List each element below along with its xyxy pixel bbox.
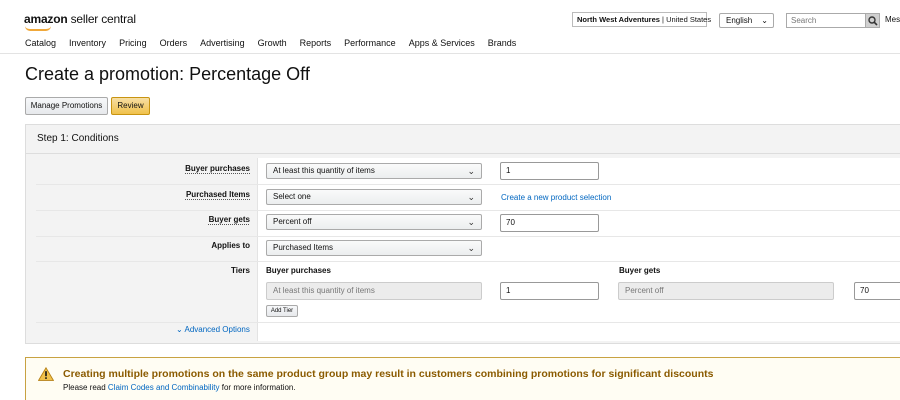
purchased-items-select[interactable]: Select one ⌄ xyxy=(266,189,482,205)
tier-gets-percent-input[interactable]: 70 xyxy=(854,282,900,300)
advanced-options-toggle[interactable]: ⌄ Advanced Options xyxy=(176,325,250,334)
language-value: English xyxy=(726,16,753,25)
step-title: Step 1: Conditions xyxy=(37,133,119,144)
advanced-options-label: Advanced Options xyxy=(184,325,250,334)
buyer-gets-label: Buyer gets xyxy=(208,215,250,224)
search-button[interactable] xyxy=(865,13,880,28)
nav-divider xyxy=(0,53,900,54)
chevron-down-icon: ⌄ xyxy=(467,192,475,202)
amazon-smile-icon xyxy=(25,26,51,31)
select-value: At least this quantity of items xyxy=(273,166,375,175)
tier-gets-select-disabled: Percent off xyxy=(618,282,834,300)
account-switcher[interactable]: North West Adventures | United States xyxy=(572,12,711,27)
amazon-seller-central-logo[interactable]: amazon seller central xyxy=(24,12,136,31)
tier-purchases-quantity-input[interactable]: 1 xyxy=(500,282,599,300)
buyer-gets-percent-input[interactable]: 70 xyxy=(500,214,599,232)
messages-link[interactable]: Mess xyxy=(885,15,900,24)
nav-item-advertising[interactable]: Advertising xyxy=(200,38,245,48)
chevron-down-icon: ⌄ xyxy=(467,243,475,253)
row-divider xyxy=(36,261,900,262)
tier-purchases-select-disabled: At least this quantity of items xyxy=(266,282,482,300)
row-divider xyxy=(36,210,900,211)
alert-title: Creating multiple promotions on the same… xyxy=(63,368,714,380)
row-divider xyxy=(36,184,900,185)
alert-text-after: for more information. xyxy=(219,383,296,392)
nav-item-apps-services[interactable]: Apps & Services xyxy=(409,38,475,48)
nav-item-performance[interactable]: Performance xyxy=(344,38,396,48)
buyer-purchases-label: Buyer purchases xyxy=(185,164,250,173)
row-divider xyxy=(36,236,900,237)
tiers-label: Tiers xyxy=(231,266,250,275)
combinability-alert: Creating multiple promotions on the same… xyxy=(25,357,900,400)
review-button[interactable]: Review xyxy=(111,97,150,115)
select-value: Select one xyxy=(273,192,311,201)
claim-codes-link[interactable]: Claim Codes and Combinability xyxy=(108,383,220,392)
chevron-down-icon: ⌄ xyxy=(467,217,475,227)
nav-item-orders[interactable]: Orders xyxy=(160,38,188,48)
tier-buyer-gets-heading: Buyer gets xyxy=(619,266,661,275)
search-input[interactable]: Search xyxy=(786,13,866,28)
search-icon xyxy=(868,16,878,26)
select-value: Purchased Items xyxy=(273,243,334,252)
logo-subtitle: seller central xyxy=(70,12,136,26)
nav-item-inventory[interactable]: Inventory xyxy=(69,38,106,48)
warning-icon xyxy=(38,367,54,381)
alert-text-before: Please read xyxy=(63,383,108,392)
buyer-purchases-select[interactable]: At least this quantity of items ⌄ xyxy=(266,163,482,179)
buyer-gets-select[interactable]: Percent off ⌄ xyxy=(266,214,482,230)
language-select[interactable]: English ⌄ xyxy=(719,13,774,28)
step-divider xyxy=(26,153,900,154)
nav-item-growth[interactable]: Growth xyxy=(258,38,287,48)
select-value: Percent off xyxy=(273,217,312,226)
alert-text: Please read Claim Codes and Combinabilit… xyxy=(63,383,296,392)
account-region: United States xyxy=(666,15,712,24)
nav-item-pricing[interactable]: Pricing xyxy=(119,38,147,48)
account-store-name: North West Adventures xyxy=(577,15,660,24)
row-divider xyxy=(36,322,900,323)
manage-promotions-button[interactable]: Manage Promotions xyxy=(25,97,108,115)
conditions-form: Buyer purchases At least this quantity o… xyxy=(36,158,900,341)
nav-item-catalog[interactable]: Catalog xyxy=(25,38,56,48)
nav-item-brands[interactable]: Brands xyxy=(488,38,517,48)
buyer-purchases-quantity-input[interactable]: 1 xyxy=(500,162,599,180)
purchased-items-label: Purchased Items xyxy=(185,190,250,199)
chevron-down-icon: ⌄ xyxy=(176,325,183,334)
create-product-selection-link[interactable]: Create a new product selection xyxy=(501,193,611,202)
main-nav: Catalog Inventory Pricing Orders Adverti… xyxy=(25,38,529,48)
applies-to-label: Applies to xyxy=(211,241,250,250)
page-title: Create a promotion: Percentage Off xyxy=(25,64,310,84)
chevron-down-icon: ⌄ xyxy=(467,166,475,176)
logo-brand: amazon xyxy=(24,12,68,26)
chevron-down-icon: ⌄ xyxy=(761,16,768,25)
applies-to-select[interactable]: Purchased Items ⌄ xyxy=(266,240,482,256)
tier-buyer-purchases-heading: Buyer purchases xyxy=(266,266,331,275)
add-tier-button[interactable]: Add Tier xyxy=(266,305,298,317)
nav-item-reports[interactable]: Reports xyxy=(300,38,332,48)
